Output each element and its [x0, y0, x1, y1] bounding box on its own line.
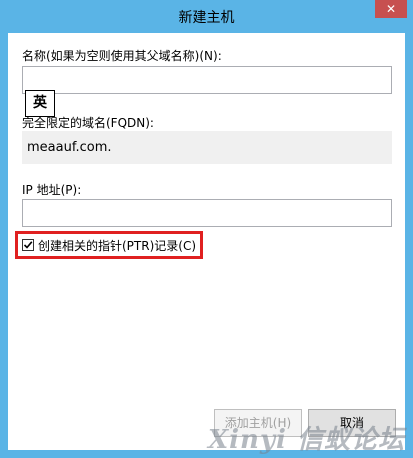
close-button[interactable]: ✕: [375, 0, 407, 18]
ip-address-input[interactable]: [22, 199, 392, 227]
name-label: 名称(如果为空则使用其父域名称)(N):: [22, 49, 222, 63]
fqdn-field: meaauf.com.: [22, 131, 392, 164]
ptr-record-label[interactable]: 创建相关的指针(PTR)记录(C): [38, 237, 196, 254]
fqdn-label: 完全限定的域名(FQDN):: [22, 116, 154, 130]
new-host-dialog: 新建主机 ✕ 名称(如果为空则使用其父域名称)(N): 英 完全限定的域名(FQ…: [0, 0, 413, 458]
dialog-body: 名称(如果为空则使用其父域名称)(N): 英 完全限定的域名(FQDN): me…: [8, 33, 405, 450]
site-watermark: Xinyi 信蚁论坛: [208, 425, 405, 455]
ptr-record-checkbox[interactable]: [22, 239, 34, 251]
close-icon: ✕: [385, 2, 397, 16]
checkmark-icon: [23, 241, 33, 249]
ime-mode-indicator: 英: [25, 90, 55, 117]
ip-address-label: IP 地址(P):: [22, 183, 82, 197]
name-input[interactable]: [22, 66, 392, 94]
ptr-record-highlight: 创建相关的指针(PTR)记录(C): [15, 231, 203, 259]
dialog-title: 新建主机: [178, 10, 235, 26]
title-bar[interactable]: 新建主机 ✕: [0, 0, 413, 33]
